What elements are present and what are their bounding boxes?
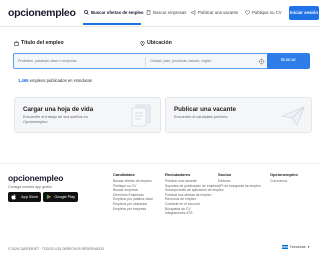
- nav-buscar-ofertas[interactable]: Buscar ofertas de empleo: [84, 10, 144, 15]
- location-label: Ubicación: [140, 40, 172, 46]
- footer-link[interactable]: API de búsqueda de empleo: [218, 184, 261, 189]
- top-header: opcionempleo Buscar ofertas de empleo Bu…: [0, 0, 320, 27]
- site-footer: opcionempleo Consiga nuestra app gratis!…: [0, 163, 320, 256]
- briefcase-icon: [14, 40, 19, 46]
- paper-plane-illustration-icon: [280, 106, 305, 126]
- search-icon: [84, 10, 89, 15]
- footer-link[interactable]: Conocenos: [270, 179, 298, 184]
- card-title: Cargar una hoja de vida: [23, 106, 94, 113]
- job-count-number: 1,465: [18, 78, 29, 83]
- locate-me-icon[interactable]: [258, 58, 265, 65]
- nav-publique-cv[interactable]: Publique su CV: [245, 10, 282, 15]
- heart-icon: [245, 10, 250, 15]
- search-bar: [13, 53, 289, 69]
- footer-col-socios: Socios Editores API de búsqueda de emple…: [218, 172, 261, 188]
- nav-label: Publique su CV: [252, 10, 282, 15]
- chevron-down-icon: ▾: [307, 245, 310, 249]
- job-title-input[interactable]: [18, 59, 138, 63]
- login-button[interactable]: Iniciar sesión: [289, 6, 319, 20]
- google-play-badge[interactable]: Google Play: [43, 192, 78, 202]
- search-divider: [145, 57, 146, 67]
- play-store-icon: [46, 194, 52, 200]
- megaphone-icon: [191, 10, 196, 15]
- building-icon: [146, 10, 151, 15]
- job-count-text: empleos publicados en Honduras: [29, 78, 92, 83]
- active-tab-indicator: [83, 23, 141, 25]
- card-title: Publicar una vacante: [174, 106, 236, 113]
- language-selector[interactable]: Honduras ▾: [282, 245, 309, 249]
- footer-logo[interactable]: opcionempleo: [8, 173, 63, 183]
- title-label: Título del empleo: [14, 40, 64, 46]
- nav-label: Publicar una vacante: [198, 10, 239, 15]
- footer-col-candidatos: Candidatos Buscar ofertas de empleo Publ…: [113, 172, 154, 212]
- footer-link[interactable]: Integraciones ATS: [165, 211, 224, 216]
- post-vacancy-card[interactable]: Publicar una vacante Encuentre el candid…: [165, 97, 312, 133]
- footer-link[interactable]: Empleos por empresa: [113, 207, 153, 212]
- honduras-flag-icon: [282, 245, 288, 249]
- location-input[interactable]: [150, 59, 250, 63]
- location-pin-icon: [140, 40, 145, 46]
- site-logo[interactable]: opcionempleo: [8, 7, 76, 19]
- footer-link[interactable]: Buscar ofertas de empleo: [113, 179, 153, 184]
- upload-cv-card[interactable]: Cargar una hoja de vida Encuentre el tra…: [14, 97, 161, 133]
- footer-col-opcionempleo: Opcionempleo Conocenos: [270, 172, 298, 184]
- nav-buscar-empresas[interactable]: Buscar empresas: [146, 10, 186, 15]
- search-button[interactable]: Buscar: [267, 53, 310, 69]
- documents-illustration-icon: [131, 104, 151, 127]
- nav-label: Buscar empresas: [153, 10, 187, 15]
- card-description: Encuentre el trabajo de sus sueños en Op…: [23, 115, 88, 124]
- copyright: © 2026 CAREERJET · TODOS LOS DERECHOS RE…: [8, 247, 105, 251]
- card-description: Encuentre el candidato perfecto: [174, 115, 228, 119]
- footer-col-reclutadores: Reclutadores Publicar una vacante Soport…: [165, 172, 224, 216]
- nav-publicar-vacante[interactable]: Publicar una vacante: [191, 10, 238, 15]
- app-tagline: Consiga nuestra app gratis!: [8, 185, 52, 189]
- footer-link[interactable]: Empleos por ubicación: [113, 202, 153, 207]
- apple-icon: [11, 194, 16, 200]
- job-count: 1,465 empleos publicados en Honduras: [18, 78, 92, 83]
- search-section: Título del empleo Ubicación Buscar: [8, 40, 310, 74]
- nav-label: Buscar ofertas de empleo: [91, 10, 144, 15]
- app-store-badge[interactable]: App Store: [8, 192, 41, 202]
